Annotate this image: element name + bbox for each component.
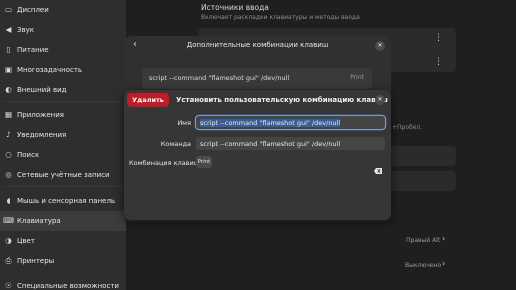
sidebar-item-label: Принтеры (17, 257, 55, 265)
sidebar-item-online-accounts[interactable]: ◎ Сетевые учётные записи (0, 165, 126, 185)
sidebar-item-accessibility[interactable]: ☉ Специальные возможности (0, 276, 126, 290)
shortcut-row[interactable]: script --command "flameshot gui" /dev/nu… (142, 68, 372, 89)
sidebar-item-displays[interactable]: ▭ Дисплеи (0, 0, 126, 20)
name-field[interactable]: script --command "flameshot gui" /dev/nu… (196, 116, 385, 129)
backspace-icon[interactable] (374, 159, 382, 178)
sidebar-item-label: Поиск (17, 151, 40, 159)
sidebar-item-label: Дисплеи (17, 6, 49, 14)
shortcut-key-chip[interactable]: Print (196, 156, 212, 168)
name-field-value: script --command "flameshot gui" /dev/nu… (200, 118, 341, 127)
bell-icon: ♪ (6, 130, 11, 140)
alternate-chars-key-value: Правый Alt (406, 237, 441, 244)
speaker-icon: ◀ (5, 25, 12, 35)
sidebar-item-label: Мышь и сенсорная панель (17, 197, 116, 205)
chevron-right-icon[interactable]: › (442, 260, 445, 268)
sidebar-item-label: Цвет (17, 237, 35, 245)
command-field[interactable]: script --command "flameshot gui" /dev/nu… (196, 137, 385, 150)
sidebar-item-label: Приложения (17, 111, 64, 119)
appearance-icon: ◐ (5, 85, 12, 95)
display-icon: ▭ (4, 5, 13, 15)
sidebar-item-label: Сетевые учётные записи (17, 171, 110, 179)
shortcut-key: Print (350, 74, 364, 81)
dialog-title: Установить пользовательскую комбинацию к… (176, 96, 388, 104)
close-button[interactable]: ✕ (375, 41, 385, 51)
compose-key-value: Выключено (405, 262, 442, 269)
multitasking-icon: ▣ (4, 65, 13, 75)
sidebar-item-notifications[interactable]: ♪ Уведомления (0, 125, 126, 145)
online-accounts-icon: ◎ (5, 170, 12, 180)
shortcut-label: Комбинация клавиш (129, 159, 200, 167)
sidebar-item-apps[interactable]: ▦ Приложения (0, 105, 126, 125)
switch-hint-text: +Пробел. (392, 124, 423, 131)
sidebar-item-label: Внешний вид (17, 86, 67, 94)
sidebar-item-label: Специальные возможности (17, 282, 119, 290)
sidebar-item-mouse[interactable]: ◖ Мышь и сенсорная панель (0, 191, 126, 211)
sidebar-item-sound[interactable]: ◀ Звук (0, 20, 126, 40)
sidebar-item-keyboard[interactable]: ⌨ Клавиатура (0, 211, 126, 231)
sidebar-item-power[interactable]: ▯ Питание (0, 40, 126, 60)
sidebar: ▭ Дисплеи ◀ Звук ▯ Питание ▣ Многозадачн… (0, 0, 126, 290)
chevron-right-icon[interactable]: › (442, 235, 445, 243)
sidebar-divider (4, 186, 122, 187)
sidebar-item-multitasking[interactable]: ▣ Многозадачность (0, 60, 126, 80)
printer-icon: ⎙ (5, 256, 12, 266)
battery-icon: ▯ (6, 45, 11, 55)
more-options-icon[interactable]: ⋮ (434, 34, 443, 43)
sidebar-item-printers[interactable]: ⎙ Принтеры (0, 251, 126, 271)
sidebar-item-label: Клавиатура (17, 217, 61, 225)
mouse-icon: ◖ (6, 196, 11, 206)
shortcut-command: script --command "flameshot gui" /dev/nu… (149, 74, 290, 82)
command-field-value: script --command "flameshot gui" /dev/nu… (200, 139, 341, 148)
search-icon: ○ (5, 150, 12, 160)
more-options-icon[interactable]: ⋮ (434, 58, 443, 67)
sidebar-item-label: Уведомления (17, 131, 67, 139)
sidebar-divider (4, 101, 122, 102)
sidebar-item-label: Звук (17, 26, 34, 34)
sidebar-item-search[interactable]: ○ Поиск (0, 145, 126, 165)
sidebar-item-color[interactable]: ◑ Цвет (0, 231, 126, 251)
apps-icon: ▦ (4, 110, 13, 120)
color-icon: ◑ (5, 236, 12, 246)
command-label: Команда (160, 140, 191, 148)
section-title: Источники ввода (201, 3, 269, 12)
close-icon: ✕ (377, 96, 383, 103)
section-subtitle: Включает раскладки клавиатуры и методы в… (201, 14, 360, 21)
delete-button[interactable]: Удалить (127, 93, 169, 107)
sidebar-item-appearance[interactable]: ◐ Внешний вид (0, 80, 126, 100)
close-button[interactable]: ✕ (375, 95, 385, 105)
accessibility-icon: ☉ (5, 281, 12, 290)
close-icon: ✕ (377, 42, 383, 49)
keyboard-icon: ⌨ (3, 216, 14, 226)
sidebar-item-label: Многозадачность (17, 66, 83, 74)
sidebar-item-label: Питание (17, 46, 49, 54)
dialog-title: Дополнительные комбинации клавиш (186, 41, 329, 49)
settings-window: ▭ Дисплеи ◀ Звук ▯ Питание ▣ Многозадачн… (0, 0, 516, 290)
set-shortcut-dialog: Удалить Установить пользовательскую комб… (124, 90, 391, 220)
name-label: Имя (177, 119, 191, 127)
